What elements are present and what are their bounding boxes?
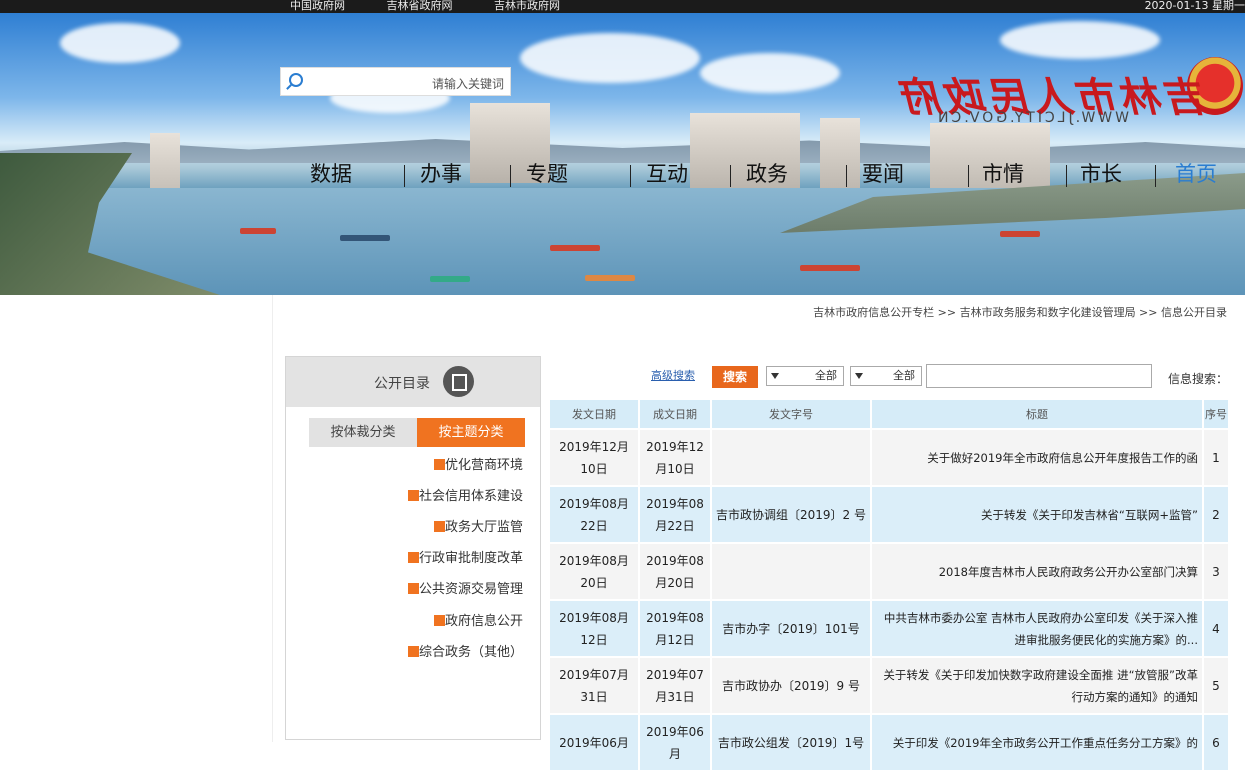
row-title-link[interactable]: 中共吉林市委办公室 吉林市人民政府办公室印发《关于深入推进审批服务便民化的实施方… [872, 601, 1202, 656]
top-links: 中国政府网 吉林省政府网 吉林市政府网 [290, 0, 598, 13]
nav-interaction[interactable]: 互动 [646, 158, 688, 188]
search-box[interactable]: 请输入关键词 [280, 67, 511, 96]
bullet-square-icon [407, 490, 419, 501]
sidebar-header: 公开目录 [286, 357, 540, 407]
select-category[interactable]: 全部 [766, 366, 844, 386]
table-row[interactable]: 2019年12月10日 2019年12月10日 关于做好2019年全市政府信息公… [550, 430, 1228, 485]
chevron-down-icon [855, 373, 863, 379]
top-link-jilin-province[interactable]: 吉林省政府网 [387, 0, 453, 12]
sidebar-item-category[interactable]: 公共资源交易管理 [402, 578, 523, 597]
bullet-square-icon [433, 459, 445, 470]
table-row[interactable]: 2019年08月12日 2019年08月12日 吉市办字〔2019〕101号 中… [550, 601, 1228, 656]
sidebar-title: 公开目录 [374, 376, 430, 392]
select-scope[interactable]: 全部 [850, 366, 922, 386]
nav-data[interactable]: 数据 [310, 158, 352, 188]
search-button[interactable]: 搜索 [712, 366, 758, 388]
col-title: 标题 [872, 400, 1202, 428]
bullet-square-icon [407, 583, 419, 594]
sidebar-item-category[interactable]: 行政审批制度改革 [402, 547, 523, 566]
site-url: WWW.JLCITY.GOV.CN [935, 110, 1130, 126]
tab-by-topic[interactable]: 按主题分类 [417, 418, 525, 447]
catalog-icon [443, 366, 474, 397]
nav-topics[interactable]: 专题 [526, 158, 568, 188]
bullet-square-icon [433, 521, 445, 532]
col-index: 序号 [1204, 400, 1228, 428]
nav-services[interactable]: 办事 [420, 158, 462, 188]
sidebar-item-category[interactable]: 政府信息公开 [428, 610, 523, 629]
top-bar: 中国政府网 吉林省政府网 吉林市政府网 2020-01-13 星期一 [0, 0, 1245, 13]
table-row[interactable]: 2019年08月22日 2019年08月22日 吉市政协调组〔2019〕2 号 … [550, 487, 1228, 542]
bullet-square-icon [433, 615, 445, 626]
nav-government-affairs[interactable]: 政务 [746, 158, 788, 188]
col-doc-number: 发文字号 [712, 400, 870, 428]
breadcrumb: 吉林市政府信息公开专栏 >> 吉林市政务服务和数字化建设管理局 >> 信息公开目… [813, 306, 1227, 319]
search-placeholder: 请输入关键词 [431, 77, 504, 91]
filter-label: 信息搜索： [1167, 372, 1228, 386]
sidebar-item-category[interactable]: 政务大厅监管 [428, 516, 523, 535]
keyword-input[interactable] [926, 364, 1152, 388]
row-title-link[interactable]: 关于转发《关于印发吉林省“互联网+监管” [872, 487, 1202, 542]
top-link-gov-cn[interactable]: 中国政府网 [290, 0, 345, 12]
search-icon[interactable] [289, 73, 303, 87]
row-title-link[interactable]: 2018年度吉林市人民政府政务公开办公室部门决算 [872, 544, 1202, 599]
col-written-date: 成文日期 [640, 400, 710, 428]
top-link-jilin-city[interactable]: 吉林市政府网 [494, 0, 560, 12]
row-title-link[interactable]: 关于转发《关于印发加快数字政府建设全面推 进“放管服”改革行动方案的通知》的通知 [872, 658, 1202, 713]
bullet-square-icon [407, 552, 419, 563]
sidebar-item-category[interactable]: 综合政务（其他） [402, 641, 523, 660]
nav-home[interactable]: 首页 [1175, 158, 1217, 188]
nav-mayor[interactable]: 市长 [1080, 158, 1122, 188]
sidebar-item-category[interactable]: 优化营商环境 [428, 454, 523, 473]
nav-city-info[interactable]: 市情 [982, 158, 1024, 188]
row-title-link[interactable]: 关于做好2019年全市政府信息公开年度报告工作的函 [872, 430, 1202, 485]
col-issued-date: 发文日期 [550, 400, 638, 428]
bullet-square-icon [407, 646, 419, 657]
documents-table: 发文日期 成文日期 发文字号 标题 序号 2019年12月10日 2019年12… [548, 398, 1230, 772]
main-nav: 首页 市长 市情 要闻 政务 互动 专题 办事 数据 [300, 158, 1230, 196]
row-title-link[interactable]: 关于印发《2019年全市政务公开工作重点任务分工方案》的 [872, 715, 1202, 770]
table-row[interactable]: 2019年07月31日 2019年07月31日 吉市政协办〔2019〕9 号 关… [550, 658, 1228, 713]
nav-news[interactable]: 要闻 [862, 158, 904, 188]
filter-bar: 信息搜索： 全部 全部 搜索 高级搜索 [548, 364, 1228, 390]
table-row[interactable]: 2019年08月20日 2019年08月20日 2018年度吉林市人民政府政务公… [550, 544, 1228, 599]
advanced-search-link[interactable]: 高级搜索 [651, 367, 695, 383]
table-row[interactable]: 2019年06月 2019年06月 吉市政公组发〔2019〕1号 关于印发《20… [550, 715, 1228, 770]
header-banner: 请输入关键词 吉林市人民政府 WWW.JLCITY.GOV.CN 首页 市长 市… [0, 13, 1245, 295]
sidebar-item-category[interactable]: 社会信用体系建设 [402, 485, 523, 504]
date-display: 2020-01-13 星期一 [1144, 0, 1245, 12]
catalog-sidebar: 公开目录 按主题分类 按体裁分类 优化营商环境 社会信用体系建设 政务大厅监管 … [285, 356, 541, 740]
tab-by-genre[interactable]: 按体裁分类 [309, 418, 417, 447]
chevron-down-icon [771, 373, 779, 379]
